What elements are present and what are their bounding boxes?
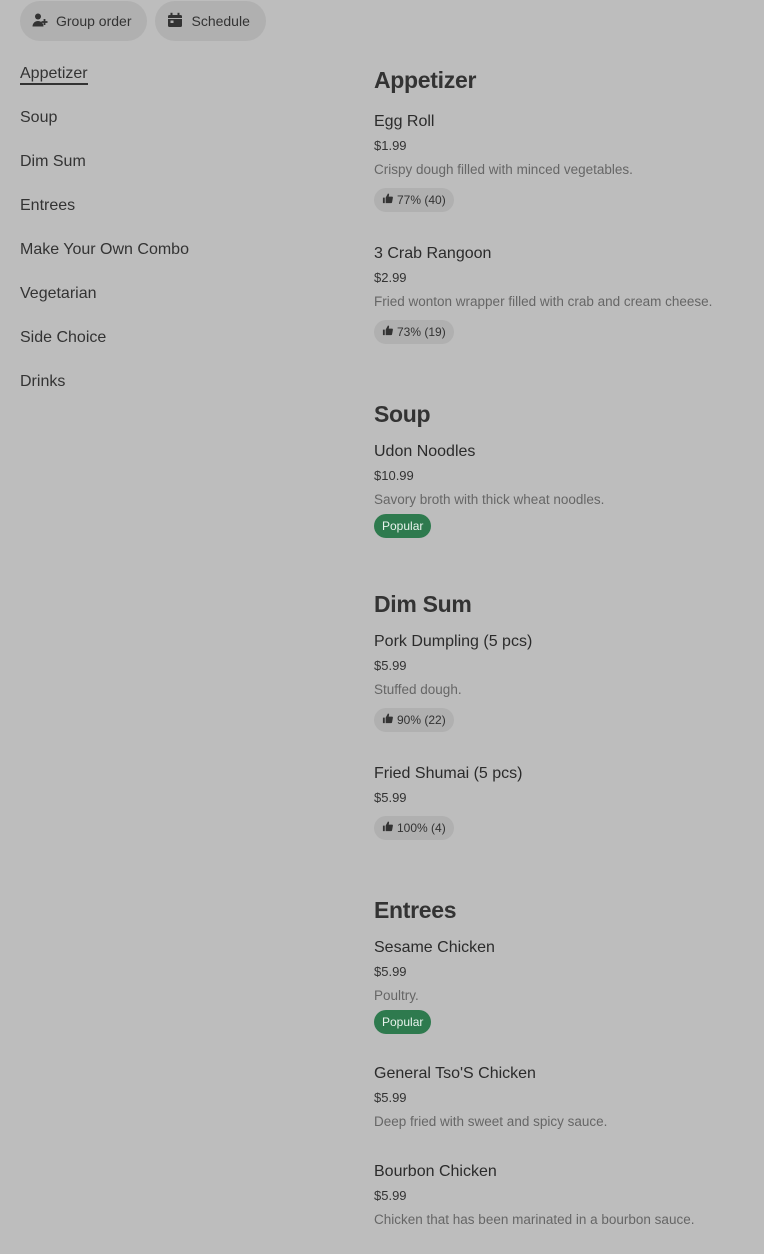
schedule-button[interactable]: Schedule	[155, 1, 266, 41]
person-add-icon	[32, 12, 48, 31]
sidebar-item-drinks[interactable]: Drinks	[20, 370, 320, 414]
sidebar-item-label: Entrees	[20, 197, 76, 214]
store-menu-page: Group order Schedule Appetizer Soup Dim …	[0, 0, 764, 1254]
section-entrees: Entrees Sesame Chicken $5.99 Poultry. Po…	[374, 894, 754, 1228]
sidebar-item-label: Soup	[20, 109, 58, 126]
item-name: Pork Dumpling (5 pcs)	[374, 633, 533, 650]
item-description: Savory broth with thick wheat noodles.	[374, 492, 605, 507]
rating-text: 100% (4)	[397, 821, 446, 835]
item-name: Udon Noodles	[374, 443, 476, 460]
section-dim-sum: Dim Sum Pork Dumpling (5 pcs) $5.99 Stuf…	[374, 588, 754, 840]
sidebar-item-label: Dim Sum	[20, 153, 86, 170]
sidebar-item-side-choice[interactable]: Side Choice	[20, 326, 320, 370]
menu-item-fried-shumai[interactable]: Fried Shumai (5 pcs) $5.99 100% (4)	[374, 764, 754, 840]
item-name: 3 Crab Rangoon	[374, 245, 492, 262]
sidebar-item-make-your-own-combo[interactable]: Make Your Own Combo	[20, 238, 320, 282]
item-price: $5.99	[374, 964, 407, 979]
popular-badge: Popular	[374, 514, 432, 538]
menu-item-udon-noodles[interactable]: Udon Noodles $10.99 Savory broth with th…	[374, 442, 754, 538]
thumbs-up-icon	[382, 713, 393, 727]
menu-item-bourbon-chicken[interactable]: Bourbon Chicken $5.99 Chicken that has b…	[374, 1162, 754, 1228]
rating-text: 77% (40)	[397, 193, 446, 207]
section-title: Dim Sum	[374, 591, 472, 617]
sidebar-item-entrees[interactable]: Entrees	[20, 194, 320, 238]
schedule-label: Schedule	[191, 13, 250, 29]
item-price: $5.99	[374, 790, 407, 805]
section-title: Soup	[374, 401, 431, 427]
rating-badge: 77% (40)	[374, 188, 454, 212]
menu-item-general-tsos-chicken[interactable]: General Tso'S Chicken $5.99 Deep fried w…	[374, 1064, 754, 1130]
sidebar-item-label: Side Choice	[20, 329, 107, 346]
item-name: Bourbon Chicken	[374, 1163, 497, 1180]
sidebar-item-label: Vegetarian	[20, 285, 97, 302]
menu-item-egg-roll[interactable]: Egg Roll $1.99 Crispy dough filled with …	[374, 112, 754, 212]
sidebar-item-label: Appetizer	[20, 65, 88, 85]
item-price: $5.99	[374, 1188, 407, 1203]
group-order-button[interactable]: Group order	[20, 1, 148, 41]
group-order-label: Group order	[56, 13, 132, 29]
item-price: $1.99	[374, 138, 407, 153]
calendar-icon	[167, 12, 183, 31]
top-actions: Group order Schedule	[20, 1, 266, 41]
item-name: Egg Roll	[374, 113, 435, 130]
rating-text: 73% (19)	[397, 325, 446, 339]
item-name: Fried Shumai (5 pcs)	[374, 765, 523, 782]
thumbs-up-icon	[382, 325, 393, 339]
item-price: $2.99	[374, 270, 407, 285]
sidebar-item-appetizer[interactable]: Appetizer	[20, 62, 320, 106]
rating-badge: 73% (19)	[374, 320, 454, 344]
rating-badge: 100% (4)	[374, 816, 454, 840]
menu-item-pork-dumpling[interactable]: Pork Dumpling (5 pcs) $5.99 Stuffed doug…	[374, 632, 754, 732]
popular-badge: Popular	[374, 1010, 432, 1034]
section-soup: Soup Udon Noodles $10.99 Savory broth wi…	[374, 398, 754, 538]
menu-item-crab-rangoon[interactable]: 3 Crab Rangoon $2.99 Fried wonton wrappe…	[374, 244, 754, 344]
menu-content: Appetizer Egg Roll $1.99 Crispy dough fi…	[374, 64, 754, 1228]
sidebar-item-dim-sum[interactable]: Dim Sum	[20, 150, 320, 194]
item-description: Fried wonton wrapper filled with crab an…	[374, 294, 713, 309]
category-sidebar: Appetizer Soup Dim Sum Entrees Make Your…	[20, 62, 320, 414]
sidebar-item-label: Make Your Own Combo	[20, 241, 189, 258]
item-price: $5.99	[374, 1090, 407, 1105]
item-description: Stuffed dough.	[374, 682, 462, 697]
item-price: $5.99	[374, 658, 407, 673]
item-price: $10.99	[374, 468, 414, 483]
rating-badge: 90% (22)	[374, 708, 454, 732]
item-name: Sesame Chicken	[374, 939, 495, 956]
item-description: Crispy dough filled with minced vegetabl…	[374, 162, 633, 177]
thumbs-up-icon	[382, 193, 393, 207]
menu-item-sesame-chicken[interactable]: Sesame Chicken $5.99 Poultry. Popular	[374, 938, 754, 1034]
sidebar-item-soup[interactable]: Soup	[20, 106, 320, 150]
item-name: General Tso'S Chicken	[374, 1065, 536, 1082]
sidebar-item-vegetarian[interactable]: Vegetarian	[20, 282, 320, 326]
section-title: Entrees	[374, 897, 457, 923]
item-description: Chicken that has been marinated in a bou…	[374, 1212, 695, 1227]
section-appetizer: Appetizer Egg Roll $1.99 Crispy dough fi…	[374, 64, 754, 344]
section-title: Appetizer	[374, 67, 477, 93]
item-description: Deep fried with sweet and spicy sauce.	[374, 1114, 608, 1129]
item-description: Poultry.	[374, 988, 419, 1003]
sidebar-item-label: Drinks	[20, 373, 66, 390]
rating-text: 90% (22)	[397, 713, 446, 727]
thumbs-up-icon	[382, 821, 393, 835]
